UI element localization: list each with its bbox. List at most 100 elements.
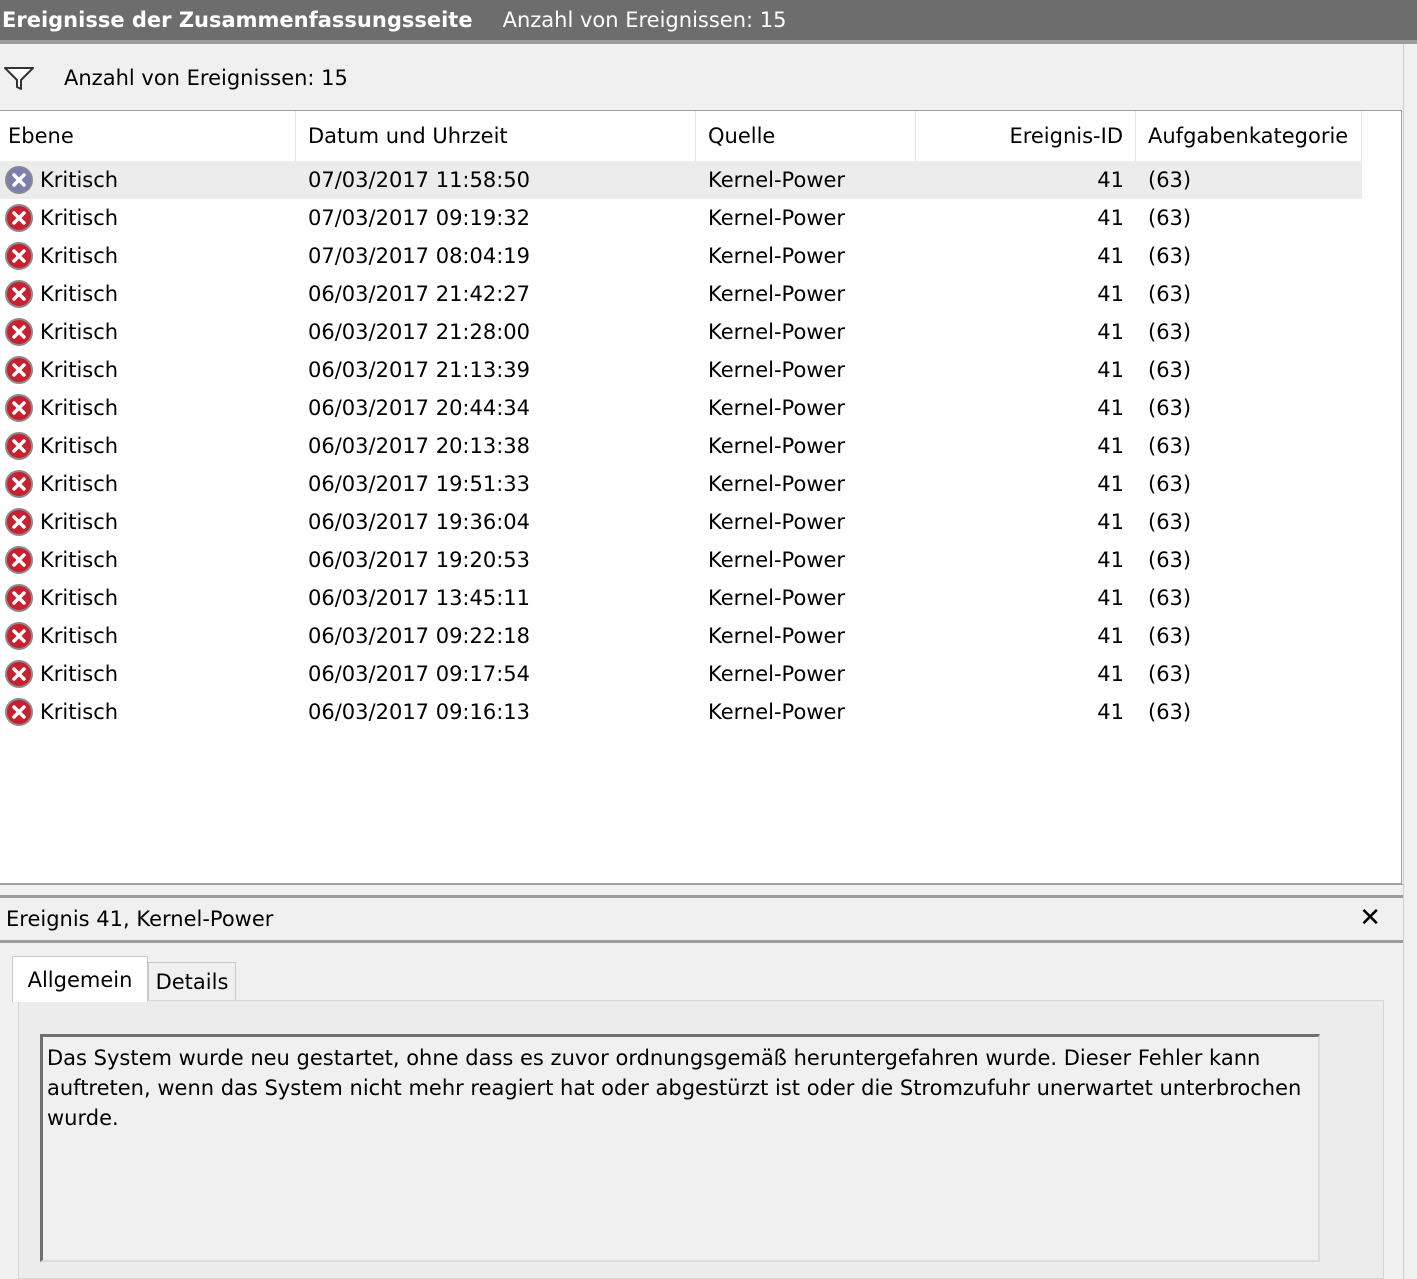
cell-event-id: 41 [1097,700,1124,724]
level-text: Kritisch [40,244,119,268]
table-row[interactable]: Kritisch 06/03/2017 19:36:04 Kernel-Power 4… [0,503,1362,541]
cell-source: Kernel-Power [708,624,846,648]
cell-source: Kernel-Power [708,396,846,420]
tab-details[interactable]: Details [148,962,236,1000]
error-icon [5,470,33,498]
cell-source: Kernel-Power [708,586,846,610]
column-header-datetime[interactable]: Datum und Uhrzeit [296,111,696,161]
level-text: Kritisch [40,168,119,192]
cell-level: Kritisch [0,351,296,389]
level-text: Kritisch [40,586,119,610]
error-icon [5,698,33,726]
event-rows: Kritisch 07/03/2017 11:58:50 Kernel-Power 4… [0,161,1362,731]
cell-level: Kritisch [0,655,296,693]
table-row[interactable]: Kritisch 06/03/2017 20:13:38 Kernel-Power 4… [0,427,1362,465]
error-icon [5,394,33,422]
cell-source: Kernel-Power [708,472,846,496]
cell-source: Kernel-Power [708,510,846,534]
cell-datetime: 06/03/2017 19:51:33 [308,472,531,496]
filter-count-label: Anzahl von Ereignissen: 15 [64,66,348,90]
event-list-header: Ebene Datum und Uhrzeit Quelle Ereignis-… [0,111,1362,161]
cell-task-category: (63) [1148,168,1192,192]
level-text: Kritisch [40,510,119,534]
cell-task-category: (63) [1148,700,1192,724]
cell-event-id: 41 [1097,282,1124,306]
level-text: Kritisch [40,396,119,420]
table-row[interactable]: Kritisch 06/03/2017 09:16:13 Kernel-Power 4… [0,693,1362,731]
cell-source: Kernel-Power [708,320,846,344]
level-text: Kritisch [40,700,119,724]
cell-task-category: (63) [1148,586,1192,610]
cell-source: Kernel-Power [708,282,846,306]
cell-datetime: 06/03/2017 20:13:38 [308,434,531,458]
close-icon[interactable]: ✕ [1359,904,1381,932]
cell-level: Kritisch [0,617,296,655]
level-text: Kritisch [40,282,119,306]
table-row[interactable]: Kritisch 06/03/2017 20:44:34 Kernel-Power 4… [0,389,1362,427]
cell-level: Kritisch [0,465,296,503]
cell-event-id: 41 [1097,396,1124,420]
error-icon [5,584,33,612]
cell-datetime: 06/03/2017 09:17:54 [308,662,531,686]
table-row[interactable]: Kritisch 06/03/2017 13:45:11 Kernel-Power 4… [0,579,1362,617]
table-row[interactable]: Kritisch 06/03/2017 19:51:33 Kernel-Power 4… [0,465,1362,503]
cell-task-category: (63) [1148,244,1192,268]
error-icon [5,622,33,650]
titlebar-divider [0,40,1417,44]
column-header-task-category[interactable]: Aufgabenkategorie [1136,111,1362,161]
error-icon [5,204,33,232]
cell-task-category: (63) [1148,396,1192,420]
cell-task-category: (63) [1148,510,1192,534]
cell-datetime: 07/03/2017 11:58:50 [308,168,531,192]
cell-level: Kritisch [0,579,296,617]
cell-datetime: 06/03/2017 21:13:39 [308,358,531,382]
cell-event-id: 41 [1097,548,1124,572]
tab-allgemein[interactable]: Allgemein [12,956,148,1002]
cell-task-category: (63) [1148,624,1192,648]
cell-event-id: 41 [1097,206,1124,230]
table-row[interactable]: Kritisch 06/03/2017 21:42:27 Kernel-Power 4… [0,275,1362,313]
cell-level: Kritisch [0,199,296,237]
table-row[interactable]: Kritisch 06/03/2017 21:13:39 Kernel-Power 4… [0,351,1362,389]
cell-task-category: (63) [1148,662,1192,686]
window-titlebar: Ereignisse der Zusammenfassungsseite Anz… [0,0,1417,40]
cell-event-id: 41 [1097,510,1124,534]
cell-task-category: (63) [1148,472,1192,496]
table-row[interactable]: Kritisch 07/03/2017 08:04:19 Kernel-Power 4… [0,237,1362,275]
cell-event-id: 41 [1097,168,1124,192]
window-title: Ereignisse der Zusammenfassungsseite [2,8,473,32]
cell-source: Kernel-Power [708,358,846,382]
table-row[interactable]: Kritisch 06/03/2017 21:28:00 Kernel-Power 4… [0,313,1362,351]
cell-datetime: 06/03/2017 13:45:11 [308,586,531,610]
detail-divider [0,940,1403,943]
error-icon [5,166,33,194]
table-row[interactable]: Kritisch 07/03/2017 11:58:50 Kernel-Power 4… [0,161,1362,199]
cell-level: Kritisch [0,161,296,199]
error-icon [5,660,33,688]
table-row[interactable]: Kritisch 06/03/2017 19:20:53 Kernel-Power 4… [0,541,1362,579]
cell-datetime: 06/03/2017 21:28:00 [308,320,531,344]
table-row[interactable]: Kritisch 07/03/2017 09:19:32 Kernel-Power 4… [0,199,1362,237]
cell-task-category: (63) [1148,358,1192,382]
cell-event-id: 41 [1097,434,1124,458]
cell-source: Kernel-Power [708,434,846,458]
cell-task-category: (63) [1148,320,1192,344]
cell-source: Kernel-Power [708,662,846,686]
cell-event-id: 41 [1097,586,1124,610]
cell-level: Kritisch [0,693,296,731]
column-header-source[interactable]: Quelle [696,111,916,161]
table-row[interactable]: Kritisch 06/03/2017 09:17:54 Kernel-Power 4… [0,655,1362,693]
level-text: Kritisch [40,358,119,382]
filter-icon[interactable] [2,63,36,93]
level-text: Kritisch [40,548,119,572]
cell-source: Kernel-Power [708,700,846,724]
error-icon [5,356,33,384]
column-header-level[interactable]: Ebene [0,111,296,161]
cell-datetime: 06/03/2017 20:44:34 [308,396,531,420]
event-list: Ebene Datum und Uhrzeit Quelle Ereignis-… [0,110,1402,884]
event-description[interactable]: Das System wurde neu gestartet, ohne das… [40,1034,1320,1262]
cell-event-id: 41 [1097,472,1124,496]
filter-bar: Anzahl von Ereignissen: 15 [0,48,1405,108]
column-header-event-id[interactable]: Ereignis-ID [916,111,1136,161]
table-row[interactable]: Kritisch 06/03/2017 09:22:18 Kernel-Power 4… [0,617,1362,655]
